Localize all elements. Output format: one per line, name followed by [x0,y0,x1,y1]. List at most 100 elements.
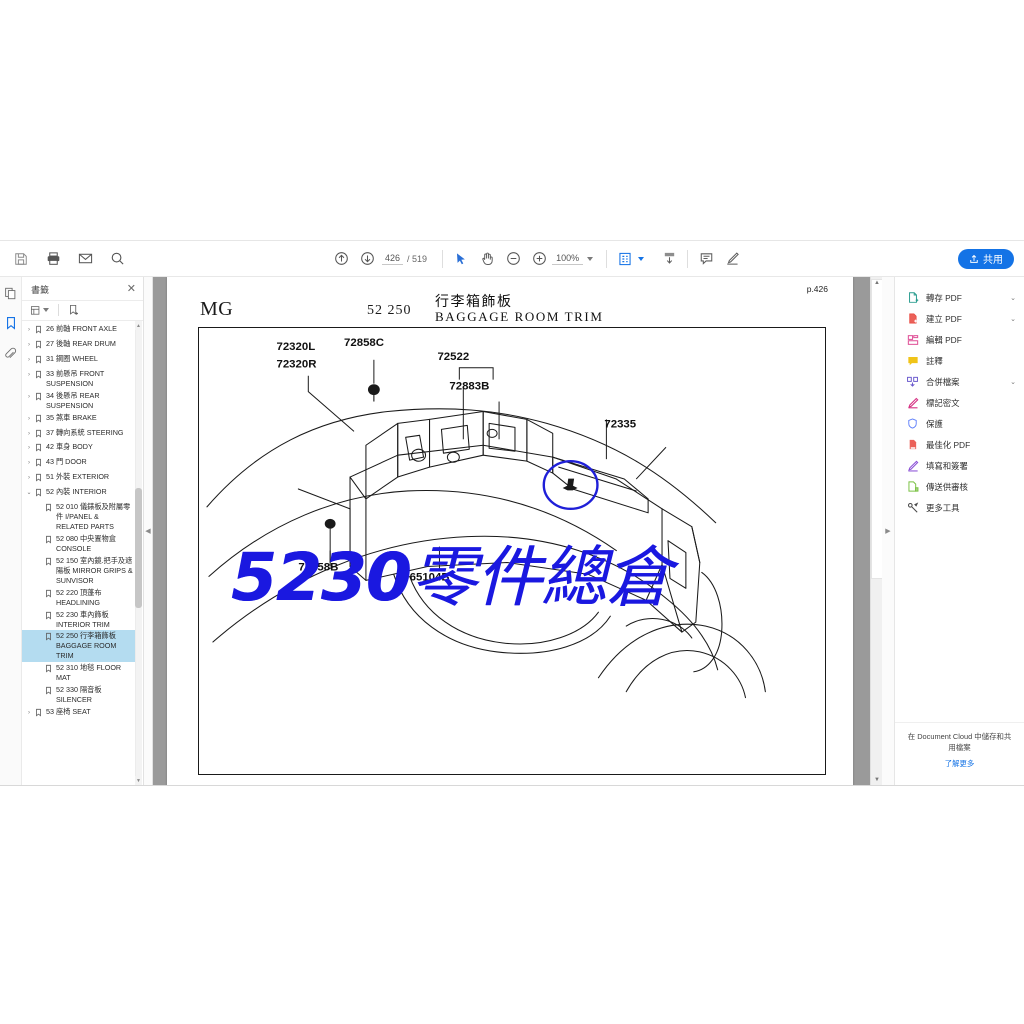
bookmark-label: 35 煞車 BRAKE [46,412,97,422]
bookmark-spacer [35,685,43,687]
document-viewport[interactable]: MG 52 250 行李箱飾板 BAGGAGE ROOM TRIM p.426 [153,277,894,785]
bookmark-item[interactable]: 52 150 室內鏡.把手及遮陽板 MIRROR GRIPS & SUNVISO… [22,555,135,587]
bookmark-spacer [35,610,43,612]
chevron-down-icon[interactable]: ⌄ [1010,294,1016,302]
chevron-right-icon[interactable]: › [25,428,33,438]
chevron-down-icon[interactable]: ⌄ [1010,315,1016,323]
chevron-right-icon[interactable]: › [25,369,33,379]
tool-item-redact[interactable]: 標記密文 [895,392,1024,413]
highlight-pen-icon[interactable] [723,250,741,268]
attachments-icon[interactable] [3,345,19,361]
search-icon[interactable] [108,250,126,268]
bookmark-item[interactable]: ⌄ 52 內裝 INTERIOR [22,486,135,501]
tool-item-create-pdf[interactable]: 建立 PDF ⌄ [895,308,1024,329]
tool-item-send-review[interactable]: 傳送供審核 [895,476,1024,497]
bookmark-item[interactable]: › 35 煞車 BRAKE [22,412,135,427]
document-scrollbar-track[interactable]: ▲ ▼ [870,277,883,785]
tool-item-optimize-pdf[interactable]: 最佳化 PDF [895,434,1024,455]
tool-item-comment[interactable]: 註釋 [895,350,1024,371]
tools-panel: 轉存 PDF ⌄ 建立 PDF ⌄ 編輯 PDF 註釋合併檔案 ⌄ 標記密文保護最佳化 PDF… [894,277,1024,785]
tool-item-label: 傳送供審核 [926,481,968,492]
bookmark-spacer [35,502,43,504]
save-icon[interactable] [12,250,30,268]
bookmark-item[interactable]: 52 080 中央置物盒 CONSOLE [22,533,135,555]
page-number-field[interactable]: 426 / 519 [382,253,427,265]
tool-item-label: 註釋 [926,355,943,366]
chevron-right-icon[interactable]: › [25,707,33,717]
bookmark-item[interactable]: › 33 前懸吊 FRONT SUSPENSION [22,368,135,390]
tool-item-more-tools[interactable]: 更多工具 [895,497,1024,518]
scroll-down-arrow-icon[interactable]: ▼ [135,776,142,785]
bookmark-item[interactable]: › 42 車身 BODY [22,441,135,456]
bookmarks-icon[interactable] [3,315,19,331]
chevron-right-icon[interactable]: › [25,391,33,401]
bookmarks-scrollbar-thumb[interactable] [135,488,142,609]
bookmark-item[interactable]: 52 250 行李箱飾板 BAGGAGE ROOM TRIM [22,630,135,663]
zoom-level-value[interactable]: 100% [552,253,584,265]
bookmark-icon [45,588,54,601]
panel-collapse-handle[interactable]: ◀ [144,277,153,785]
chevron-down-icon[interactable] [587,256,594,261]
chevron-right-icon[interactable]: › [25,354,33,364]
bookmark-item[interactable]: 52 310 地毯 FLOOR MAT [22,662,135,684]
chevron-right-icon[interactable]: › [25,413,33,423]
chevron-right-icon[interactable]: › [25,324,33,334]
tool-item-label: 最佳化 PDF [926,439,971,450]
hand-tool-icon[interactable] [478,250,496,268]
bookmark-options-button[interactable] [30,305,49,316]
tool-item-combine-files[interactable]: 合併檔案 ⌄ [895,371,1024,392]
bookmarks-list[interactable]: › 26 前軸 FRONT AXLE › 27 後軸 REAR DRUM › 31 鋼圈 … [22,321,143,785]
next-page-icon[interactable] [358,250,376,268]
share-button[interactable]: 共用 [958,248,1014,269]
right-panel-collapse-handle[interactable]: ▶ [882,277,894,785]
zoom-in-icon[interactable] [530,250,548,268]
part-label-72335: 72335 [604,418,636,430]
bookmark-label: 52 250 行李箱飾板 BAGGAGE ROOM TRIM [56,631,117,661]
new-bookmark-button[interactable] [68,304,79,316]
bookmark-item[interactable]: › 27 後軸 REAR DRUM [22,338,135,353]
chevron-down-icon[interactable]: ⌄ [25,487,33,497]
email-icon[interactable] [76,250,94,268]
select-tool-icon[interactable] [452,250,470,268]
zoom-out-icon[interactable] [504,250,522,268]
bookmark-item[interactable]: 52 010 儀錶板及附屬零件 I/PANEL & RELATED PARTS [22,501,135,533]
bookmark-item[interactable]: 52 220 頂蓬布 HEADLINING [22,587,135,609]
tool-item-fill-sign[interactable]: 填寫和簽署 [895,455,1024,476]
close-icon[interactable]: ✕ [127,284,136,295]
fit-page-chevron-icon[interactable] [638,256,645,261]
bookmark-spacer [35,663,43,665]
print-icon[interactable] [44,250,62,268]
zoom-level-control[interactable]: 100% [552,253,594,265]
chevron-right-icon[interactable]: › [25,472,33,482]
page-thumbnails-icon[interactable] [3,285,19,301]
bookmark-item[interactable]: › 37 轉向系統 STEERING [22,427,135,442]
bookmark-icon [45,685,54,698]
bookmark-item[interactable]: › 53 座椅 SEAT [22,706,135,721]
bookmark-icon [45,610,54,623]
chevron-down-icon[interactable]: ⌄ [1010,378,1016,386]
tool-item-export-pdf[interactable]: 轉存 PDF ⌄ [895,287,1024,308]
fit-page-icon[interactable] [616,250,634,268]
tool-item-edit-pdf[interactable]: 編輯 PDF [895,329,1024,350]
bookmark-item[interactable]: 52 230 車內飾板 INTERIOR TRIM [22,609,135,631]
previous-page-icon[interactable] [332,250,350,268]
bookmark-item[interactable]: › 51 外裝 EXTERIOR [22,471,135,486]
comment-icon[interactable] [697,250,715,268]
bookmarks-panel-title: 書籤 [31,285,50,295]
learn-more-link[interactable]: 了解更多 [945,758,975,769]
chevron-right-icon[interactable]: › [25,339,33,349]
tool-item-protect[interactable]: 保護 [895,413,1024,434]
chevron-right-icon[interactable]: › [25,442,33,452]
bookmark-item[interactable]: 52 330 隔音板 SILENCER [22,684,135,706]
bookmark-item[interactable]: › 43 門 DOOR [22,456,135,471]
bookmark-item[interactable]: › 26 前軸 FRONT AXLE [22,323,135,338]
scroll-mode-icon[interactable] [660,250,678,268]
scroll-up-arrow-icon[interactable]: ▲ [135,321,142,330]
bookmark-item[interactable]: › 34 後懸吊 REAR SUSPENSION [22,390,135,412]
bookmark-item[interactable]: › 31 鋼圈 WHEEL [22,353,135,368]
pdf-reader-window: 426 / 519 100% 共用 書籤 ✕ › 26 前軸 FRONT AXL… [0,240,1024,786]
bookmark-icon [35,457,44,470]
tool-item-label: 標記密文 [926,397,960,408]
page-current-input[interactable]: 426 [382,253,404,265]
chevron-right-icon[interactable]: › [25,457,33,467]
